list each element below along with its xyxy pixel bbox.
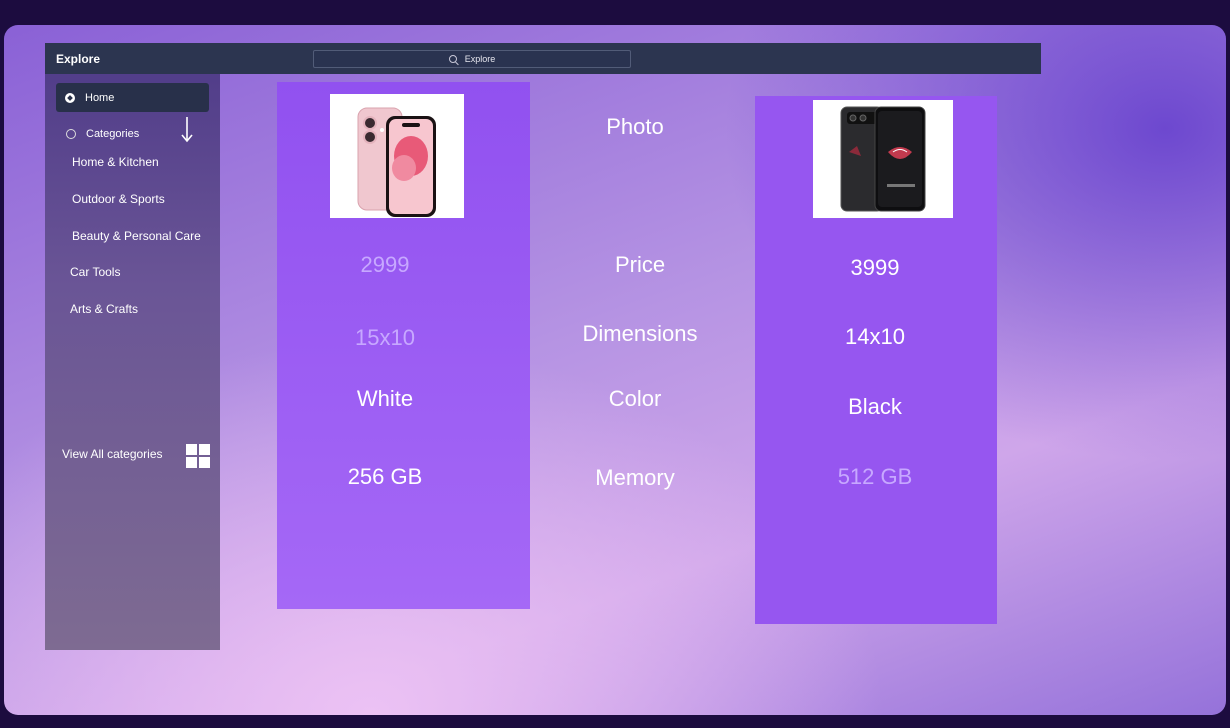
color-label: Color [608,386,662,411]
category-item-outdoor-sports[interactable]: Outdoor & Sports [72,192,165,206]
sidebar: Explore Home Categories Home & Kitchen O… [45,43,220,650]
search-input[interactable]: Explore [313,50,631,68]
product-photo-right [813,100,953,218]
sidebar-title: Explore [56,51,101,66]
sidebar-item-categories-label: Categories [86,128,140,140]
sidebar-header: Explore [45,43,214,74]
main-canvas: Explore Home Categories Home & Kitchen O… [4,25,1226,715]
category-item-arts-crafts[interactable]: Arts & Crafts [70,302,138,316]
right-memory-value: 512 GB [837,464,913,489]
sidebar-item-home[interactable]: Home [56,83,209,112]
photo-label: Photo [606,114,664,139]
product-photo-left [330,94,464,218]
left-dimensions-value: 15x10 [355,325,415,350]
right-price-value: 3999 [850,255,900,280]
left-memory-value: 256 GB [347,464,423,489]
sidebar-item-home-label: Home [85,91,115,104]
category-item-beauty-personal-care[interactable]: Beauty & Personal Care [72,229,201,243]
right-color-value: Black [848,394,902,419]
pink-phone-image [357,107,436,217]
top-bar: Explore [214,43,1041,74]
search-placeholder: Explore [464,54,496,64]
search-icon [448,55,457,63]
globe-icon [66,129,76,139]
left-color-value: White [356,386,414,411]
dimensions-label: Dimensions [582,321,698,346]
category-item-home-kitchen[interactable]: Home & Kitchen [72,155,159,169]
black-phone-image [840,106,926,212]
view-all-categories-link[interactable]: View All categories [62,447,163,461]
compass-icon [65,92,75,103]
right-dimensions-value: 14x10 [845,324,905,349]
arrow-down-icon[interactable] [179,115,195,143]
price-label: Price [614,252,666,277]
product-card-right: 3999 14x10 Black 512 GB [755,96,997,624]
grid-icon[interactable] [186,444,211,469]
category-item-car-tools[interactable]: Car Tools [70,265,120,279]
memory-label: Memory [595,465,675,490]
left-price-value: 2999 [360,252,410,277]
product-card-left: 2999 15x10 White 256 GB [277,82,530,609]
